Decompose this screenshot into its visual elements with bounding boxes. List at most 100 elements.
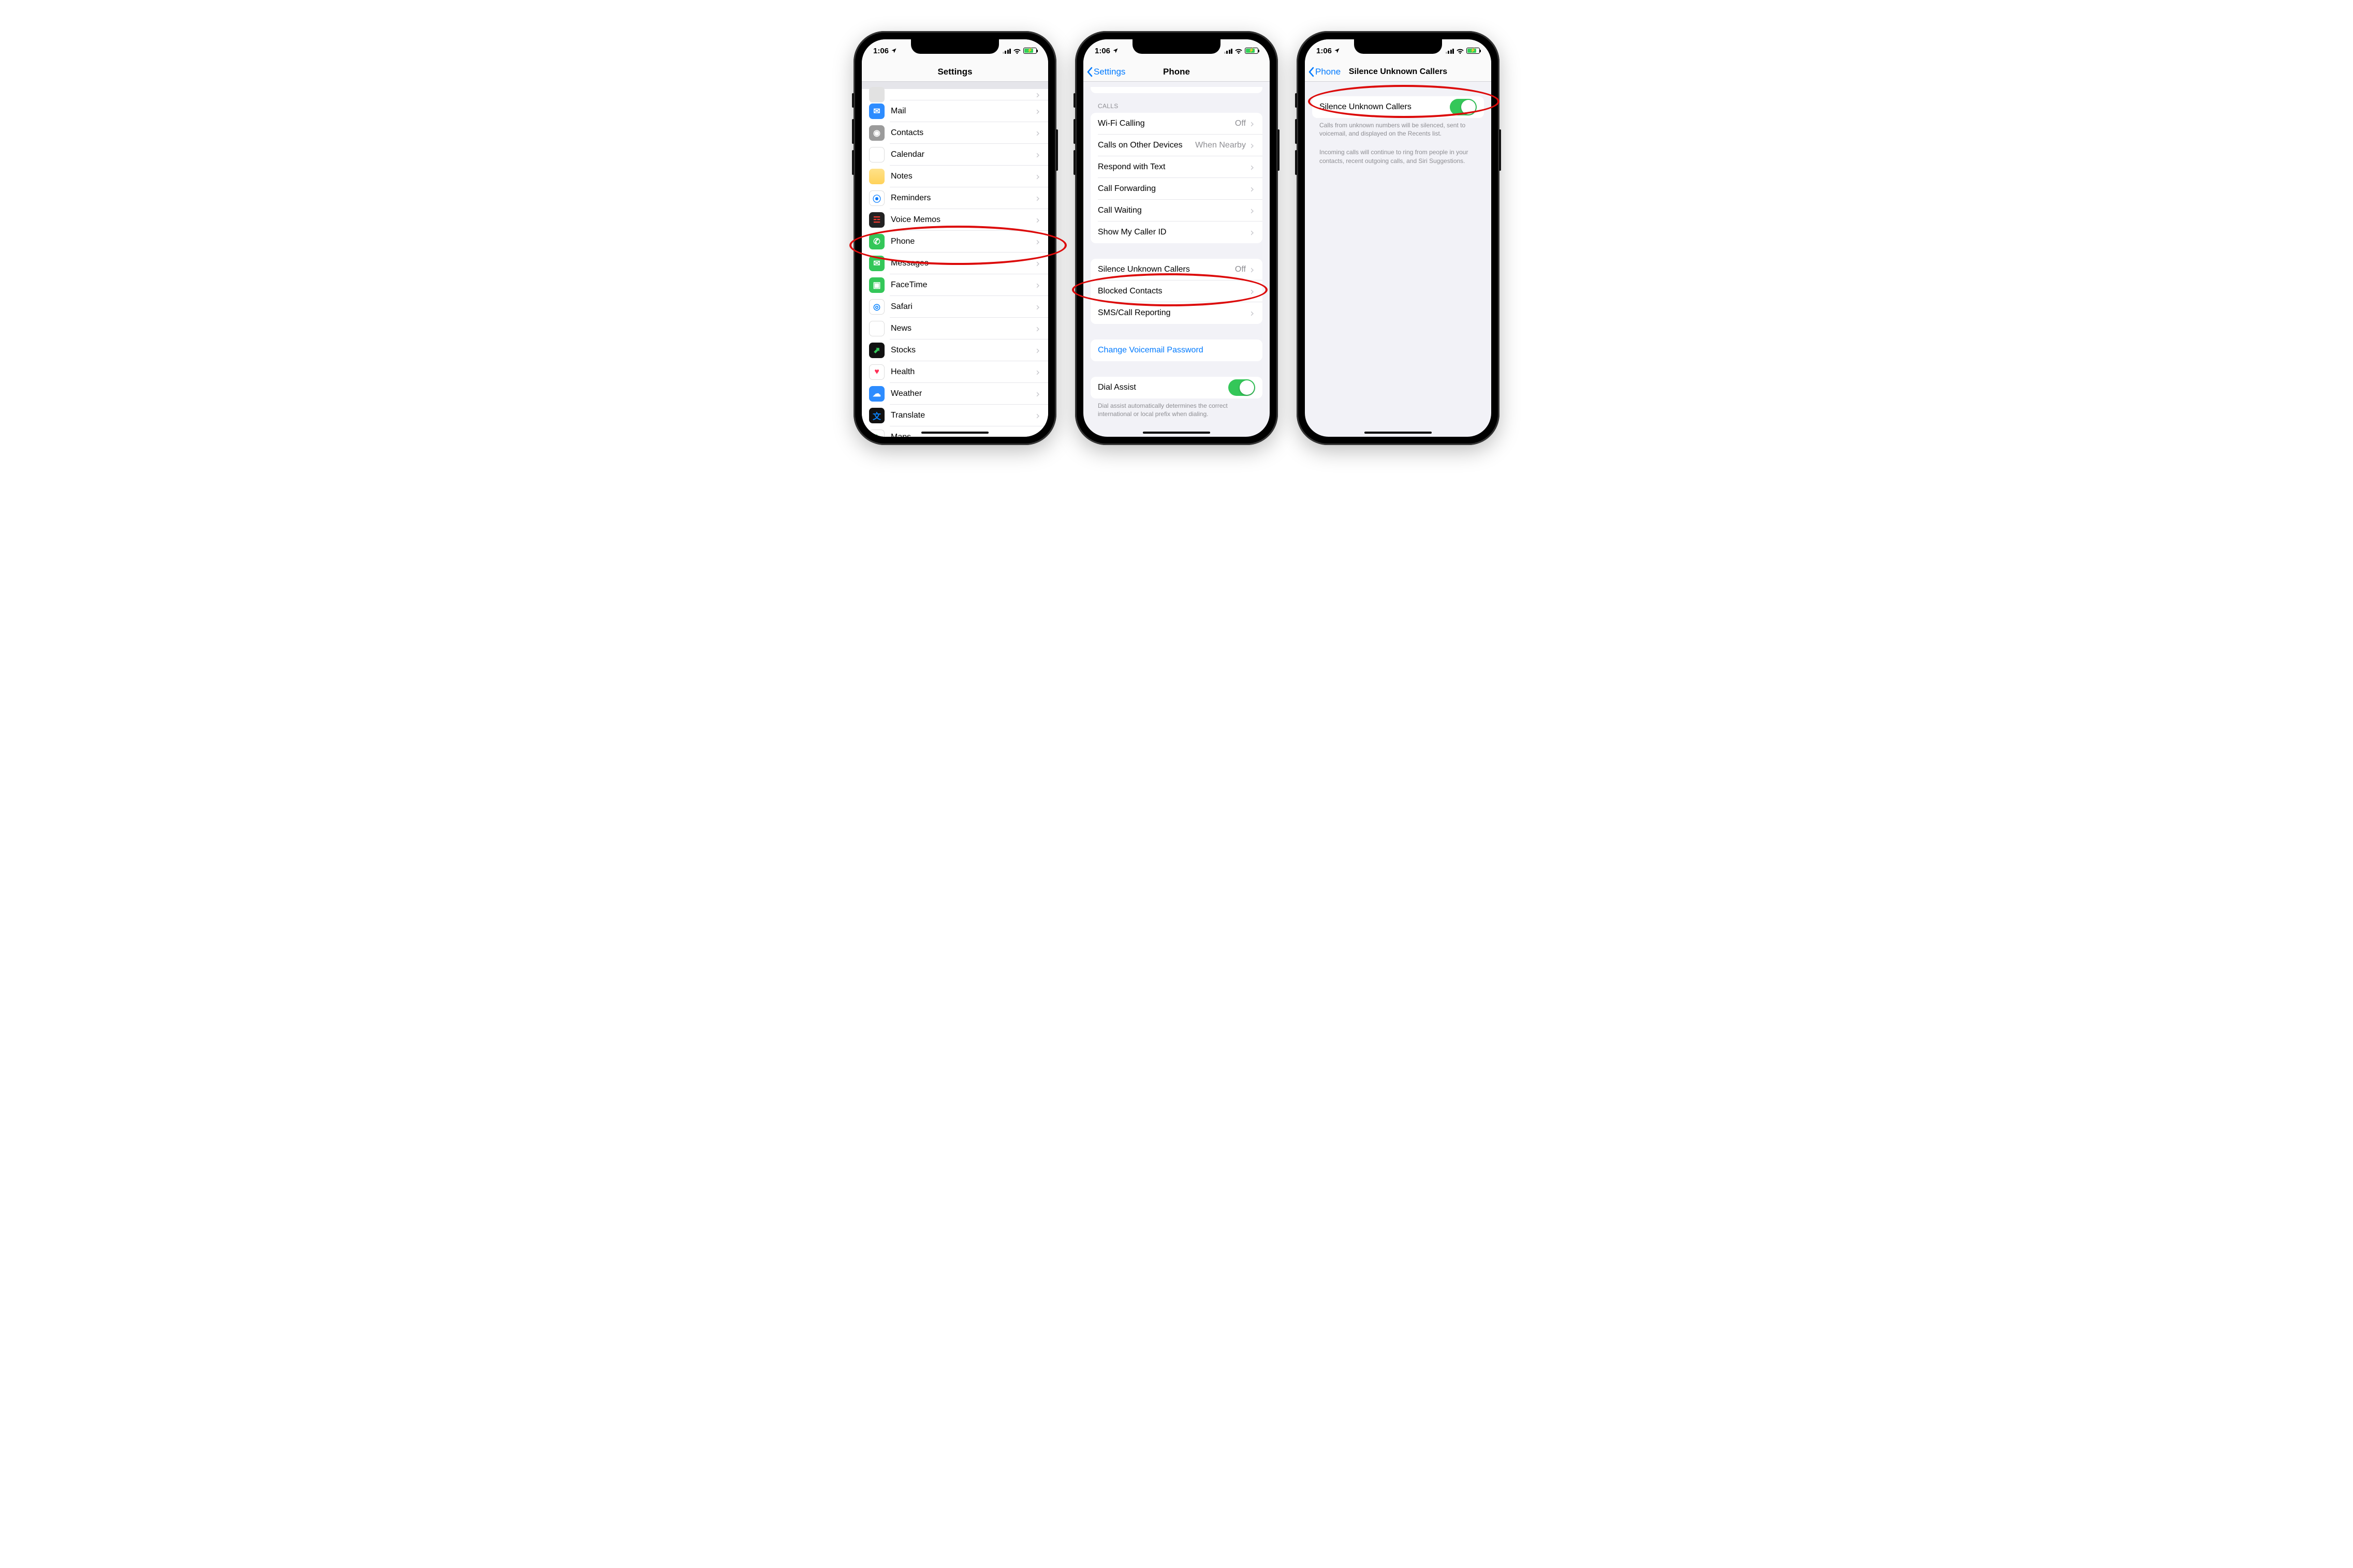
- row-caller-id[interactable]: Show My Caller ID ›: [1091, 221, 1262, 243]
- list-row-reminders[interactable]: ⦿ Reminders ›: [862, 187, 1048, 209]
- weather-icon: ☁: [869, 386, 885, 402]
- group-voicemail: Change Voicemail Password: [1091, 339, 1262, 361]
- row-wifi-calling[interactable]: Wi-Fi Calling Off ›: [1091, 113, 1262, 135]
- row-label: FaceTime: [891, 280, 1035, 290]
- chevron-right-icon: ›: [1035, 322, 1041, 335]
- health-icon: ♥: [869, 364, 885, 380]
- row-blocked-contacts[interactable]: Blocked Contacts ›: [1091, 280, 1262, 302]
- list-row-translate[interactable]: 文 Translate ›: [862, 405, 1048, 426]
- messages-icon: ✉: [869, 256, 885, 271]
- nav-bar: Phone Silence Unknown Callers: [1305, 62, 1491, 82]
- page-title: Settings: [937, 67, 972, 77]
- location-icon: [1112, 48, 1119, 54]
- row-label: Change Voicemail Password: [1098, 346, 1255, 355]
- silence-note-1: Calls from unknown numbers will be silen…: [1305, 118, 1491, 138]
- row-label: News: [891, 324, 1035, 333]
- facetime-icon: ▣: [869, 277, 885, 293]
- back-button[interactable]: Settings: [1086, 67, 1125, 77]
- dial-assist-toggle[interactable]: [1228, 379, 1255, 396]
- home-indicator[interactable]: [921, 432, 989, 434]
- list-row-facetime[interactable]: ▣ FaceTime ›: [862, 274, 1048, 296]
- chevron-right-icon: ›: [1035, 214, 1041, 226]
- list-row-weather[interactable]: ☁ Weather ›: [862, 383, 1048, 405]
- list-row-voicememos[interactable]: ☲ Voice Memos ›: [862, 209, 1048, 231]
- row-detail: Off: [1235, 119, 1246, 128]
- row-label: Health: [891, 367, 1035, 377]
- stocks-icon: ⬈: [869, 343, 885, 358]
- power-button: [1499, 129, 1501, 171]
- home-indicator[interactable]: [1364, 432, 1432, 434]
- spacer: [1083, 361, 1270, 377]
- home-indicator[interactable]: [1143, 432, 1210, 434]
- row-silence-toggle[interactable]: Silence Unknown Callers: [1312, 96, 1484, 118]
- row-silence-unknown[interactable]: Silence Unknown Callers Off ›: [1091, 259, 1262, 280]
- voicememos-icon: ☲: [869, 212, 885, 228]
- chevron-right-icon: ›: [1035, 301, 1041, 313]
- chevron-right-icon: ›: [1035, 366, 1041, 378]
- chevron-right-icon: ›: [1249, 183, 1255, 195]
- settings-list[interactable]: › ✉ Mail › ◉ Contacts › ▦ Calendar ›: [862, 82, 1048, 437]
- list-row-phone[interactable]: ✆ Phone ›: [862, 231, 1048, 253]
- row-label: Show My Caller ID: [1098, 228, 1249, 237]
- row-label: Messages: [891, 259, 1035, 268]
- list-row-partial[interactable]: ›: [862, 89, 1048, 100]
- list-row-mail[interactable]: ✉ Mail ›: [862, 100, 1048, 122]
- row-respond-text[interactable]: Respond with Text ›: [1091, 156, 1262, 178]
- screen: 1:06 ⚡ Phone Silence Unknown Callers: [1305, 39, 1491, 437]
- status-time: 1:06: [1316, 47, 1332, 55]
- list-row-calendar[interactable]: ▦ Calendar ›: [862, 144, 1048, 166]
- row-label: Silence Unknown Callers: [1098, 265, 1235, 274]
- row-label: Voice Memos: [891, 215, 1035, 225]
- news-icon: N: [869, 321, 885, 336]
- row-call-waiting[interactable]: Call Waiting ›: [1091, 200, 1262, 221]
- list-row-health[interactable]: ♥ Health ›: [862, 361, 1048, 383]
- list-row-notes[interactable]: Notes ›: [862, 166, 1048, 187]
- row-change-voicemail-password[interactable]: Change Voicemail Password: [1091, 339, 1262, 361]
- chevron-right-icon: ›: [1035, 279, 1041, 291]
- row-label: Weather: [891, 389, 1035, 398]
- row-label: Reminders: [891, 194, 1035, 203]
- chevron-left-icon: [1086, 67, 1093, 77]
- silence-unknown-toggle[interactable]: [1450, 99, 1477, 115]
- back-label: Settings: [1094, 67, 1125, 77]
- chevron-right-icon: ›: [1249, 226, 1255, 239]
- cellular-signal-icon: [1446, 48, 1454, 54]
- row-dial-assist[interactable]: Dial Assist: [1091, 377, 1262, 398]
- spacer: [1083, 324, 1270, 339]
- wifi-icon: [1013, 48, 1021, 54]
- row-other-devices[interactable]: Calls on Other Devices When Nearby ›: [1091, 135, 1262, 156]
- back-button[interactable]: Phone: [1308, 67, 1341, 77]
- row-label: Contacts: [891, 128, 1035, 138]
- chevron-right-icon: ›: [1035, 235, 1041, 248]
- list-row-news[interactable]: N News ›: [862, 318, 1048, 339]
- row-label: Calls on Other Devices: [1098, 141, 1195, 150]
- volume-up-button: [1295, 119, 1297, 144]
- phone-settings-scroll[interactable]: CALLS Wi-Fi Calling Off › Calls on Other…: [1083, 82, 1270, 437]
- dial-assist-note: Dial assist automatically determines the…: [1083, 398, 1270, 418]
- silence-content[interactable]: Silence Unknown Callers Calls from unkno…: [1305, 82, 1491, 437]
- group-dial-assist: Dial Assist: [1091, 377, 1262, 398]
- list-row-contacts[interactable]: ◉ Contacts ›: [862, 122, 1048, 144]
- silence-note-2: Incoming calls will continue to ring fro…: [1305, 145, 1491, 165]
- screen: 1:06 ⚡ Settings ›: [862, 39, 1048, 437]
- partial-group-bottom: [1091, 87, 1262, 93]
- row-label: Translate: [891, 411, 1035, 420]
- page-title: Silence Unknown Callers: [1349, 67, 1447, 77]
- list-row-messages[interactable]: ✉ Messages ›: [862, 253, 1048, 274]
- chevron-right-icon: ›: [1249, 285, 1255, 298]
- mute-switch: [1073, 93, 1076, 108]
- chevron-right-icon: ›: [1035, 409, 1041, 422]
- battery-icon: ⚡: [1466, 48, 1480, 54]
- list-row-safari[interactable]: ◎ Safari ›: [862, 296, 1048, 318]
- row-label: Safari: [891, 302, 1035, 312]
- list-row-stocks[interactable]: ⬈ Stocks ›: [862, 339, 1048, 361]
- section-header-calls: CALLS: [1083, 93, 1270, 113]
- page-title: Phone: [1163, 67, 1190, 77]
- row-call-forwarding[interactable]: Call Forwarding ›: [1091, 178, 1262, 200]
- row-sms-reporting[interactable]: SMS/Call Reporting ›: [1091, 302, 1262, 324]
- reminders-icon: ⦿: [869, 190, 885, 206]
- row-label: Call Forwarding: [1098, 184, 1249, 194]
- chevron-right-icon: ›: [1249, 161, 1255, 173]
- phone-mockup-settings: 1:06 ⚡ Settings ›: [854, 31, 1056, 445]
- group-misc: Silence Unknown Callers Off › Blocked Co…: [1091, 259, 1262, 324]
